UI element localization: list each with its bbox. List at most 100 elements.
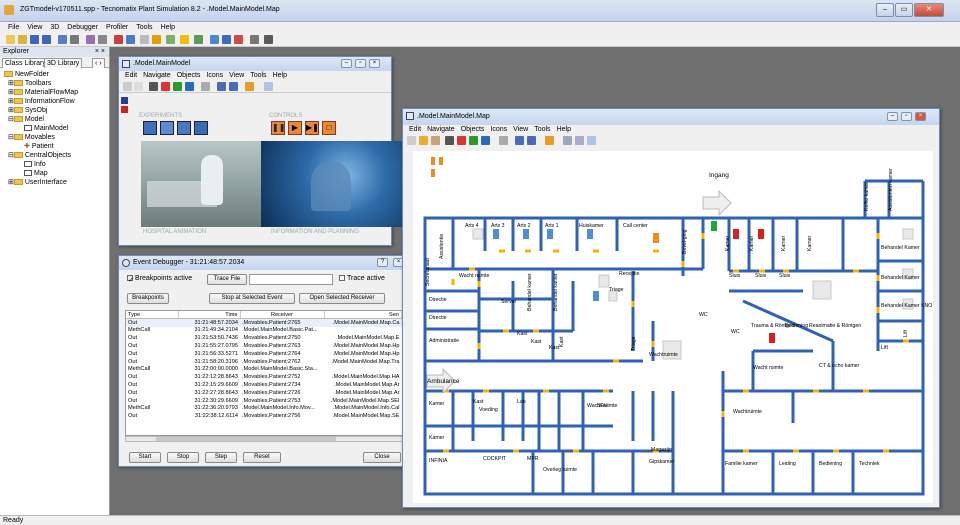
menu-edit[interactable]: Edit bbox=[125, 71, 137, 81]
tree-item[interactable]: ⊞ Toolbars bbox=[8, 79, 51, 88]
grid-icon[interactable] bbox=[587, 136, 596, 145]
tree-item[interactable]: ⊞ UserInterface bbox=[8, 178, 67, 187]
menu-icons[interactable]: Icons bbox=[490, 125, 507, 135]
menu-tools[interactable]: Tools bbox=[534, 125, 550, 135]
menu-3d[interactable]: 3D bbox=[50, 22, 59, 33]
mainmodel-restore-button[interactable]: ▫ bbox=[355, 59, 366, 68]
column-receiver[interactable]: Receiver bbox=[240, 311, 325, 320]
event-row[interactable]: Out 31:21:58:20.3196 .Movables.Patient:276… bbox=[126, 358, 402, 366]
grid-icon[interactable] bbox=[264, 82, 273, 91]
fast-forward-icon[interactable] bbox=[481, 136, 490, 145]
zoom-icon[interactable] bbox=[515, 136, 524, 145]
tree-item[interactable]: MainModel bbox=[24, 124, 68, 133]
column-type[interactable]: Type bbox=[126, 311, 179, 320]
stop-icon[interactable] bbox=[161, 82, 170, 91]
fast-forward-icon[interactable] bbox=[185, 82, 194, 91]
tool-icon[interactable] bbox=[431, 136, 440, 145]
grid-icon[interactable] bbox=[177, 121, 191, 135]
menu-tools[interactable]: Tools bbox=[136, 22, 152, 33]
event-row[interactable]: Out 31:22:30:29.6609 .Movables.Patient:275… bbox=[126, 397, 402, 405]
tools-icon[interactable] bbox=[70, 35, 79, 44]
open-selected-receiver-button[interactable]: Open Selected Receiver bbox=[299, 293, 385, 304]
debugger-help-button[interactable]: ? bbox=[377, 258, 388, 267]
tree-item[interactable]: ⊟ Model bbox=[8, 115, 44, 124]
hospital-photo[interactable] bbox=[141, 141, 403, 227]
menu-debugger[interactable]: Debugger bbox=[67, 22, 98, 33]
event-row[interactable]: MethCall 31:22:36:20.9793 .Model.MainModel… bbox=[126, 405, 402, 413]
window-icon[interactable] bbox=[58, 35, 67, 44]
tree-item[interactable]: ⊞ SysObj bbox=[8, 106, 47, 115]
tool-icon[interactable] bbox=[201, 82, 210, 91]
tree-item[interactable]: ⊟ CentralObjects bbox=[8, 151, 71, 160]
reset-button[interactable]: Reset bbox=[243, 452, 281, 463]
tree-item[interactable]: ⊞ MaterialFlowMap bbox=[8, 88, 78, 97]
stop-icon[interactable] bbox=[457, 136, 466, 145]
clock-icon[interactable] bbox=[143, 121, 157, 135]
tab-scroll-arrows[interactable]: ‹ › bbox=[92, 58, 105, 68]
close-button[interactable]: ✕ bbox=[914, 3, 944, 17]
event-row[interactable]: Out 31:21:56:33.5271 .Movables.Patient:276… bbox=[126, 350, 402, 358]
menu-help[interactable]: Help bbox=[273, 71, 287, 81]
menu-navigate[interactable]: Navigate bbox=[427, 125, 455, 135]
stop-at-selected-event-button[interactable]: Stop at Selected Event bbox=[209, 293, 295, 304]
zoom-out-icon[interactable] bbox=[527, 136, 536, 145]
stop-button[interactable]: Stop bbox=[167, 452, 199, 463]
event-row[interactable]: Out 31:21:53:50.7436 .Movables.Patient:275… bbox=[126, 334, 402, 342]
menu-view[interactable]: View bbox=[27, 22, 42, 33]
tool-icon[interactable] bbox=[499, 136, 508, 145]
tool-icon[interactable] bbox=[134, 82, 143, 91]
event-row[interactable]: MethCall 31:22:00:00.0000 .Model.MainModel… bbox=[126, 366, 402, 374]
table-icon[interactable] bbox=[160, 121, 174, 135]
warning-icon[interactable] bbox=[180, 35, 189, 44]
play-icon[interactable] bbox=[173, 82, 182, 91]
breakpoints-button[interactable]: Breakpoints bbox=[127, 293, 169, 304]
bar-chart-icon[interactable] bbox=[194, 121, 208, 135]
column-time[interactable]: Time bbox=[178, 311, 241, 320]
pause-icon[interactable]: ❚❚ bbox=[271, 121, 285, 135]
tab-3d-library[interactable]: 3D Library bbox=[44, 58, 83, 68]
event-row[interactable]: Out 31:21:55:27.0795 .Movables.Patient:276… bbox=[126, 342, 402, 350]
mainmodel-minimize-button[interactable]: – bbox=[341, 59, 352, 68]
play-icon[interactable] bbox=[469, 136, 478, 145]
layout-icon[interactable] bbox=[98, 35, 107, 44]
map-restore-button[interactable]: ▫ bbox=[901, 112, 912, 121]
tree-item[interactable]: NewFolder bbox=[4, 70, 49, 79]
mainmodel-close-button[interactable]: × bbox=[369, 59, 380, 68]
menu-tools[interactable]: Tools bbox=[250, 71, 266, 81]
explorer-close-icon[interactable]: × × bbox=[95, 47, 105, 57]
chart-icon[interactable] bbox=[126, 35, 135, 44]
reset-icon[interactable] bbox=[445, 136, 454, 145]
column-sender[interactable]: Sen bbox=[324, 311, 402, 320]
close-button[interactable]: Close bbox=[363, 452, 401, 463]
trace-file-button[interactable]: Trace File bbox=[207, 274, 247, 285]
profiler-icon[interactable] bbox=[234, 35, 243, 44]
tool-icon[interactable] bbox=[123, 82, 132, 91]
library-icon[interactable] bbox=[194, 35, 203, 44]
grid-icon[interactable] bbox=[140, 35, 149, 44]
tree-item[interactable]: ✚ Patient bbox=[24, 142, 54, 151]
tool-icon[interactable] bbox=[407, 136, 416, 145]
menu-view[interactable]: View bbox=[513, 125, 528, 135]
tree-item[interactable]: Info bbox=[24, 160, 46, 169]
event-row[interactable]: Out 31:22:38:12.6114 .Movables.Patient:275… bbox=[126, 412, 402, 420]
event-row[interactable]: MethCall 31:21:49:34.2104 .Model.MainModel… bbox=[126, 327, 402, 335]
menu-objects[interactable]: Objects bbox=[461, 125, 485, 135]
menu-profiler[interactable]: Profiler bbox=[106, 22, 128, 33]
play-icon[interactable]: ▶ bbox=[288, 121, 302, 135]
network-icon[interactable] bbox=[86, 35, 95, 44]
tool-icon[interactable] bbox=[245, 82, 254, 91]
tree-item[interactable]: ⊟ Movables bbox=[8, 133, 55, 142]
options-icon[interactable] bbox=[250, 35, 259, 44]
3d-icon[interactable] bbox=[114, 35, 123, 44]
trace-active-checkbox[interactable]: Trace active bbox=[339, 275, 385, 282]
menu-view[interactable]: View bbox=[229, 71, 244, 81]
event-list[interactable]: Type Time Receiver Sen Out 31:21:48:57.20… bbox=[125, 310, 403, 436]
reset-icon[interactable]: □ bbox=[322, 121, 336, 135]
floor-plan[interactable]: Ingang Arts 4 Arts 3 Arts 2 Arts 1 Huiskamer C… bbox=[413, 151, 933, 503]
tool-icon[interactable] bbox=[419, 136, 428, 145]
horizontal-scrollbar[interactable] bbox=[125, 436, 403, 442]
trace-file-input[interactable] bbox=[249, 274, 333, 285]
zoom-out-icon[interactable] bbox=[229, 82, 238, 91]
save-as-icon[interactable] bbox=[42, 35, 51, 44]
start-button[interactable]: Start bbox=[129, 452, 161, 463]
